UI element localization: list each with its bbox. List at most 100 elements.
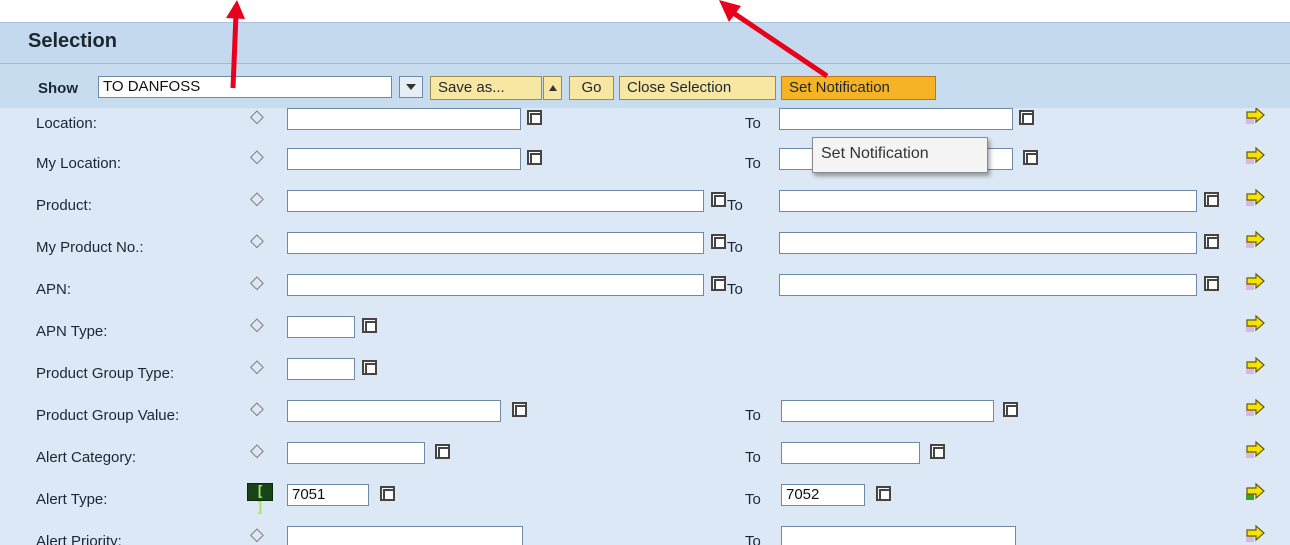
to-label: To [745,449,761,466]
to-label: To [745,115,761,132]
selection-header: Selection [0,22,1290,64]
value-help-icon[interactable] [709,274,727,292]
go-button[interactable]: Go [569,76,614,100]
value-help-icon[interactable] [510,400,528,418]
to-label: To [727,239,743,256]
criteria-row-alert-priority: Alert Priority: ◇ To [0,516,1290,545]
to-label: To [745,533,761,545]
row-label: APN: [36,281,72,298]
my-product-no-to-input[interactable] [779,232,1197,254]
row-label: Alert Category: [36,449,137,466]
value-help-icon[interactable] [709,232,727,250]
apn-to-input[interactable] [779,274,1197,296]
row-label: Product: [36,197,92,214]
row-label: Product Group Type: [36,365,175,382]
row-label: Location: [36,115,97,132]
criteria-row-apn: APN: ◇ To [0,264,1290,302]
criteria-row-my-product-no: My Product No.: ◇ To [0,222,1290,260]
diamond-icon[interactable]: ◇ [250,273,264,291]
diamond-icon[interactable]: ◇ [250,147,264,165]
alert-priority-to-input[interactable] [781,526,1016,545]
product-to-input[interactable] [779,190,1197,212]
row-label: Product Group Value: [36,407,180,424]
criteria-row-location: Location: ◇ To [0,108,1290,136]
to-label: To [745,491,761,508]
value-help-icon[interactable] [360,358,378,376]
value-help-icon[interactable] [1001,400,1019,418]
multiple-selection-arrow-icon[interactable] [1244,440,1266,460]
criteria-row-alert-category: Alert Category: ◇ To [0,432,1290,470]
criteria-row-product: Product: ◇ To [0,180,1290,218]
diamond-icon[interactable]: ◇ [250,189,264,207]
between-operator-icon[interactable]: [ ] [247,483,273,516]
multiple-selection-arrow-icon[interactable] [1244,398,1266,418]
red-annotation-arrow-left [226,0,245,89]
diamond-icon[interactable]: ◇ [250,357,264,375]
value-help-icon[interactable] [1202,274,1220,292]
diamond-icon[interactable]: ◇ [250,315,264,333]
diamond-icon[interactable]: ◇ [250,441,264,459]
page-title: Selection [28,30,117,52]
criteria-row-alert-type: Alert Type: [ ] 7051 To 7052 [0,474,1290,516]
value-help-icon[interactable] [874,484,892,502]
alert-category-to-input[interactable] [781,442,920,464]
value-help-icon[interactable] [709,190,727,208]
product-group-value-from-input[interactable] [287,400,501,422]
criteria-row-product-group-type: Product Group Type: ◇ [0,348,1290,386]
diamond-icon[interactable]: ◇ [250,525,264,543]
multiple-selection-arrow-icon[interactable] [1244,314,1266,334]
criteria-row-apn-type: APN Type: ◇ [0,306,1290,344]
to-label: To [727,197,743,214]
selection-criteria: Location: ◇ To My Location: ◇ To Product… [0,108,1290,545]
value-help-icon[interactable] [928,442,946,460]
location-from-input[interactable] [287,108,521,130]
alert-type-from-input[interactable]: 7051 [287,484,369,506]
multiple-selection-arrow-icon[interactable] [1244,356,1266,376]
alert-category-from-input[interactable] [287,442,425,464]
value-help-icon[interactable] [1202,190,1220,208]
row-label: APN Type: [36,323,108,340]
row-label: My Location: [36,155,122,172]
value-help-icon[interactable] [378,484,396,502]
alert-type-to-input[interactable]: 7052 [781,484,865,506]
location-to-input[interactable] [779,108,1013,130]
value-help-icon[interactable] [1017,108,1035,126]
diamond-icon[interactable]: ◇ [250,231,264,249]
criteria-row-product-group-value: Product Group Value: ◇ To [0,390,1290,428]
multiple-selection-arrow-icon[interactable] [1244,230,1266,250]
save-as-menu-button[interactable] [543,76,562,100]
criteria-row-my-location: My Location: ◇ To [0,138,1290,176]
product-from-input[interactable] [287,190,704,212]
multiple-selection-arrow-icon[interactable] [1244,108,1266,126]
to-label: To [727,281,743,298]
product-group-value-to-input[interactable] [781,400,994,422]
to-label: To [745,407,761,424]
multiple-selection-arrow-icon[interactable] [1244,188,1266,208]
diamond-icon[interactable]: ◇ [250,108,264,125]
row-label: Alert Type: [36,491,108,508]
product-group-type-input[interactable] [287,358,355,380]
apn-from-input[interactable] [287,274,704,296]
red-annotation-arrow-right [719,0,829,79]
value-help-icon[interactable] [433,442,451,460]
value-help-icon[interactable] [1021,148,1039,166]
row-label: My Product No.: [36,239,144,256]
value-help-icon[interactable] [525,148,543,166]
value-help-icon[interactable] [360,316,378,334]
my-product-no-from-input[interactable] [287,232,704,254]
value-help-icon[interactable] [1202,232,1220,250]
alert-priority-from-input[interactable] [287,526,523,545]
show-label: Show [38,80,78,97]
value-help-icon[interactable] [525,108,543,126]
multiple-selection-arrow-icon[interactable] [1244,482,1266,502]
save-as-button[interactable]: Save as... [430,76,542,100]
multiple-selection-arrow-icon[interactable] [1244,272,1266,292]
chevron-down-icon[interactable] [399,76,423,98]
my-location-from-input[interactable] [287,148,521,170]
multiple-selection-arrow-icon[interactable] [1244,524,1266,544]
multiple-selection-arrow-icon[interactable] [1244,146,1266,166]
apn-type-input[interactable] [287,316,355,338]
diamond-icon[interactable]: ◇ [250,399,264,417]
row-label: Alert Priority: [36,533,122,545]
set-notification-tooltip: Set Notification [812,137,988,173]
